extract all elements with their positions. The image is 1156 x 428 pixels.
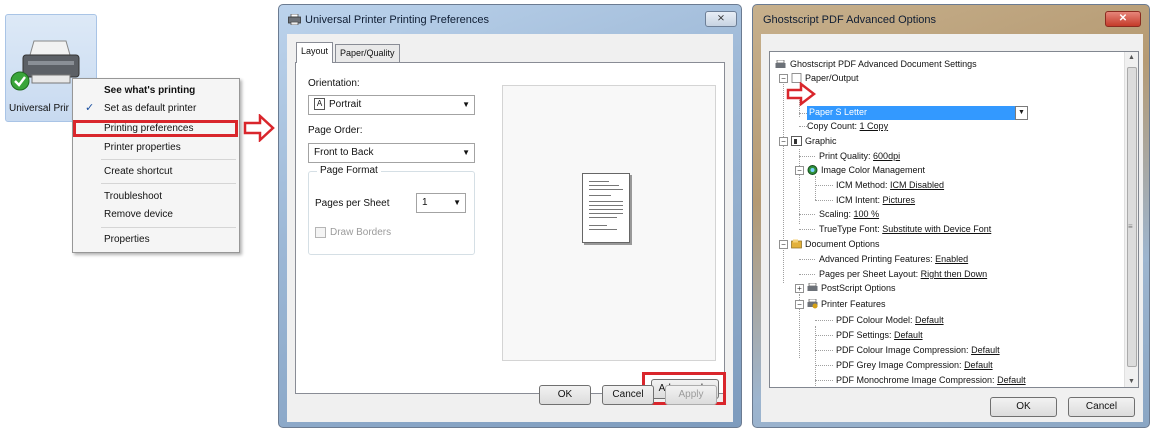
dropdown-arrow-icon: ▼ — [462, 100, 470, 109]
orientation-dropdown[interactable]: A Portrait ▼ — [308, 95, 475, 115]
paper-size-dropdown[interactable]: Letter — [841, 106, 1015, 120]
window-title: Ghostscript PDF Advanced Options — [763, 14, 937, 26]
menu-separator — [101, 183, 236, 184]
advanced-client-area: Ghostscript PDF Advanced Document Settin… — [761, 34, 1143, 422]
document-options-icon — [791, 239, 802, 249]
page-preview-thumbnail — [582, 173, 630, 243]
scroll-grip-icon: ≡ — [1128, 222, 1133, 231]
tree-pdf-colour-model[interactable]: PDF Colour Model: Default — [836, 315, 944, 325]
menu-item-troubleshoot[interactable]: Troubleshoot — [104, 191, 162, 202]
page-order-value: Front to Back — [314, 147, 374, 158]
tree-print-quality[interactable]: Print Quality: 600dpi — [819, 151, 900, 161]
tree-image-color-management[interactable]: Image Color Management — [821, 165, 925, 175]
printing-preferences-window: Universal Printer Printing Preferences ⨯… — [278, 4, 742, 428]
checkmark-icon: ✓ — [85, 102, 95, 114]
scroll-down-icon[interactable]: ▼ — [1128, 378, 1135, 385]
collapse-graphic[interactable]: − — [779, 137, 788, 146]
expand-postscript-options[interactable]: + — [795, 284, 804, 293]
apply-button[interactable]: Apply — [665, 385, 717, 405]
red-arrow-icon — [786, 82, 816, 106]
printer-context-menu: See what's printing ✓ Set as default pri… — [72, 78, 240, 253]
scroll-thumb[interactable] — [1127, 67, 1137, 367]
menu-item-see-whats-printing[interactable]: See what's printing — [104, 85, 195, 96]
dropdown-arrow-icon[interactable]: ▼ — [1015, 106, 1028, 120]
page-order-dropdown[interactable]: Front to Back ▼ — [308, 143, 475, 163]
collapse-icm[interactable]: − — [795, 166, 804, 175]
tree-pages-per-sheet-layout[interactable]: Pages per Sheet Layout: Right then Down — [819, 269, 987, 279]
default-check-icon — [10, 71, 30, 91]
color-management-icon — [807, 165, 818, 175]
page-order-label: Page Order: — [308, 125, 363, 136]
draw-borders-label: Draw Borders — [330, 227, 392, 238]
printer-features-icon — [807, 299, 818, 309]
dropdown-arrow-icon: ▼ — [462, 148, 470, 157]
tree-postscript-options[interactable]: PostScript Options — [821, 283, 896, 293]
menu-separator — [101, 227, 236, 228]
preferences-client-area: Layout Paper/Quality Orientation: A Portr… — [287, 34, 733, 422]
tree-pdf-settings[interactable]: PDF Settings: Default — [836, 330, 923, 340]
window-title: Universal Printer Printing Preferences — [305, 14, 490, 26]
tree-printer-features[interactable]: Printer Features — [821, 299, 886, 309]
settings-tree: Ghostscript PDF Advanced Document Settin… — [769, 51, 1139, 388]
pages-per-sheet-label: Pages per Sheet — [315, 198, 390, 209]
advanced-options-window: Ghostscript PDF Advanced Options ✕ Ghost… — [752, 4, 1150, 428]
tree-advanced-printing-features[interactable]: Advanced Printing Features: Enabled — [819, 254, 968, 264]
pages-per-sheet-dropdown[interactable]: 1 ▼ — [416, 193, 466, 213]
tree-icm-method[interactable]: ICM Method: ICM Disabled — [836, 180, 944, 190]
layout-tab-panel: Orientation: A Portrait ▼ Page Order: Fro… — [295, 62, 726, 405]
orientation-value: Portrait — [329, 99, 362, 110]
collapse-document-options[interactable]: − — [779, 240, 788, 249]
tab-layout[interactable]: Layout — [296, 42, 334, 63]
ok-button[interactable]: OK — [539, 385, 591, 405]
close-button[interactable]: ✕ — [1105, 11, 1141, 27]
menu-item-properties[interactable]: Properties — [104, 234, 150, 245]
menu-item-printer-properties[interactable]: Printer properties — [104, 142, 181, 153]
cancel-button[interactable]: Cancel — [602, 385, 654, 405]
scroll-up-icon[interactable]: ▲ — [1128, 54, 1135, 61]
graphic-icon — [791, 136, 802, 146]
tree-pdf-colour-image-compression[interactable]: PDF Colour Image Compression: Default — [836, 345, 1000, 355]
portrait-icon: A — [314, 98, 325, 111]
printer-icon — [288, 14, 301, 25]
printer-label: Universal Prir — [9, 103, 70, 114]
tree-icm-intent[interactable]: ICM Intent: Pictures — [836, 195, 915, 205]
tree-graphic[interactable]: Graphic — [805, 136, 837, 146]
menu-item-create-shortcut[interactable]: Create shortcut — [104, 166, 172, 177]
cancel-button[interactable]: Cancel — [1068, 397, 1135, 417]
page-format-title: Page Format — [317, 165, 381, 176]
printer-icon — [775, 60, 786, 68]
postscript-icon — [807, 283, 818, 291]
tree-root[interactable]: Ghostscript PDF Advanced Document Settin… — [790, 59, 977, 69]
tree-scrollbar[interactable]: ▲ ≡ ▼ — [1124, 52, 1138, 387]
tree-copy-count[interactable]: Copy Count: 1 Copy — [807, 121, 888, 131]
close-button[interactable]: ⨯ — [705, 11, 737, 27]
tab-paper-quality[interactable]: Paper/Quality — [335, 44, 400, 62]
page-format-group: Page Format Pages per Sheet 1 ▼ Draw Bor… — [308, 165, 475, 255]
tree-truetype-font[interactable]: TrueType Font: Substitute with Device Fo… — [819, 224, 991, 234]
pages-per-sheet-value: 1 — [422, 197, 428, 208]
draw-borders-checkbox[interactable] — [315, 227, 326, 238]
printing-preferences-highlight — [73, 120, 238, 137]
tree-document-options[interactable]: Document Options — [805, 239, 880, 249]
dropdown-arrow-icon: ▼ — [453, 198, 461, 207]
menu-item-remove-device[interactable]: Remove device — [104, 209, 173, 220]
tree-pdf-monochrome-image-compression[interactable]: PDF Monochrome Image Compression: Defaul… — [836, 375, 1026, 385]
layout-preview — [502, 85, 716, 361]
tree-pdf-grey-image-compression[interactable]: PDF Grey Image Compression: Default — [836, 360, 993, 370]
orientation-label: Orientation: — [308, 78, 360, 89]
red-arrow-icon — [243, 114, 275, 142]
menu-item-set-default[interactable]: Set as default printer — [104, 103, 196, 114]
menu-separator — [101, 159, 236, 160]
tree-scaling[interactable]: Scaling: 100 % — [819, 209, 879, 219]
collapse-printer-features[interactable]: − — [795, 300, 804, 309]
ok-button[interactable]: OK — [990, 397, 1057, 417]
